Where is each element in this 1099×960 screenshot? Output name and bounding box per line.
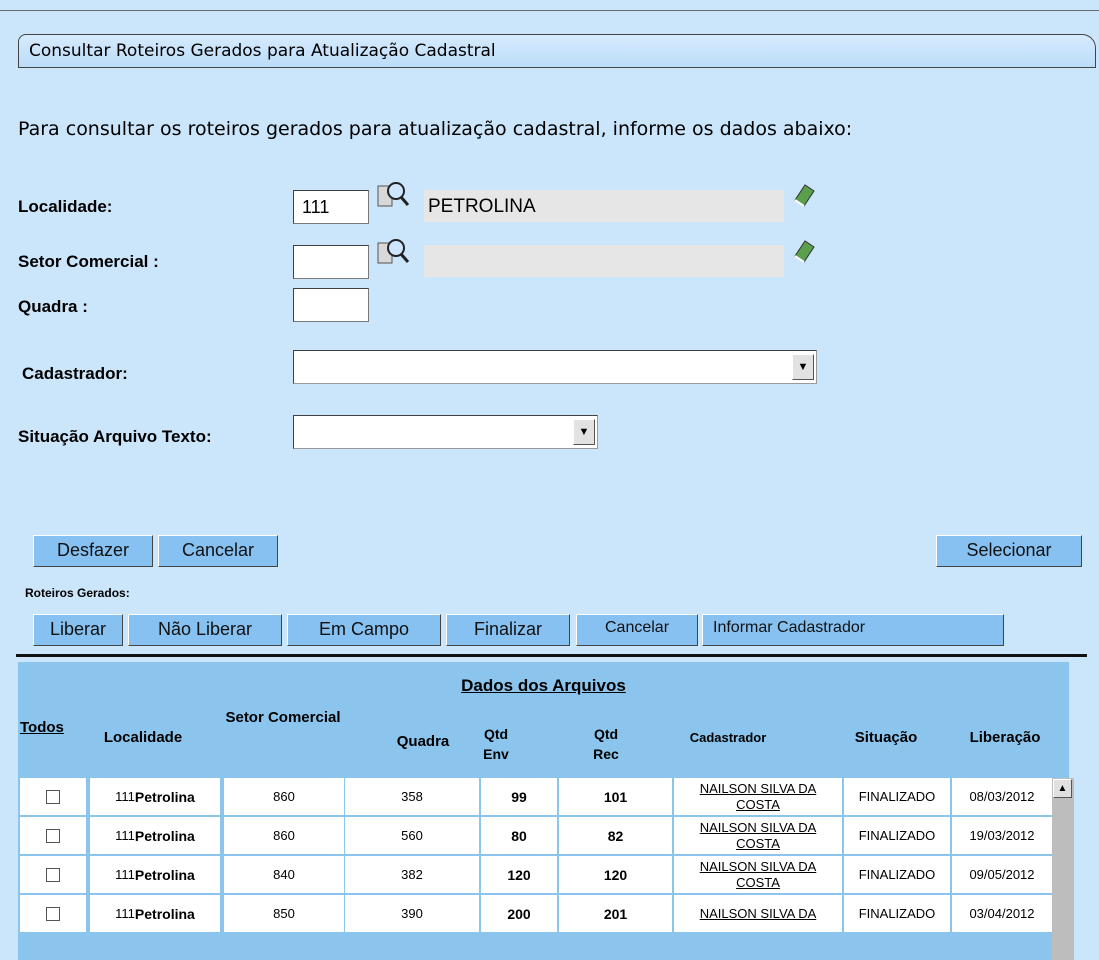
sit-cell: FINALIZADO (844, 778, 950, 815)
page-title: Consultar Roteiros Gerados para Atualiza… (29, 41, 496, 61)
lib-cell: 08/03/2012 (952, 778, 1052, 815)
rec-cell: 201 (559, 895, 672, 932)
eraser-localidade-icon[interactable] (792, 182, 816, 208)
row-checkbox-cell (20, 778, 86, 815)
row-checkbox-cell (20, 817, 86, 854)
chevron-down-icon[interactable]: ▼ (573, 419, 595, 445)
title-bar: Consultar Roteiros Gerados para Atualiza… (18, 34, 1096, 68)
liberar-button[interactable]: Liberar (33, 614, 123, 646)
search-setor-icon[interactable] (377, 237, 409, 267)
sit-cell: FINALIZADO (844, 895, 950, 932)
row-checkbox[interactable] (46, 789, 60, 804)
localidade-code: 111 (115, 906, 135, 921)
scroll-up-arrow-icon[interactable]: ▲ (1053, 779, 1072, 798)
top-border (0, 10, 1099, 11)
localidade-name: Petrolina (134, 827, 195, 844)
selecionar-button[interactable]: Selecionar (936, 535, 1082, 567)
cadastrador-link[interactable]: NAILSON SILVA DA (698, 906, 818, 922)
qtd-env-header: Qtd Env (483, 726, 509, 762)
row-checkbox-cell (20, 856, 86, 893)
cadastrador-label: Cadastrador: (22, 364, 128, 383)
cadastrador-cell: NAILSON SILVA DA (674, 895, 842, 932)
env-cell: 99 (481, 778, 557, 815)
localidade-code: 111 (115, 828, 135, 843)
quadra-cell: 390 (345, 895, 479, 932)
setor-cell: 860 (224, 778, 344, 815)
cadastrador-link[interactable]: NAILSON SILVA DA COSTA (698, 781, 818, 813)
em-campo-button[interactable]: Em Campo (287, 614, 441, 646)
row-checkbox-cell (20, 895, 86, 932)
setor-header: Setor Comercial (225, 709, 341, 726)
dados-arquivos-table: Dados dos Arquivos Todos Localidade Seto… (18, 662, 1069, 960)
intro-text: Para consultar os roteiros gerados para … (18, 118, 853, 140)
rec-cell: 101 (559, 778, 672, 815)
localidade-name: Petrolina (134, 788, 195, 805)
quadra-input[interactable] (293, 288, 369, 322)
situacao-header: Situação (854, 729, 918, 746)
sit-cell: FINALIZADO (844, 817, 950, 854)
localidade-code: 111 (115, 867, 135, 882)
localidade-cell: 111 Petrolina (90, 817, 220, 854)
env-cell: 200 (481, 895, 557, 932)
cadastrador-cell: NAILSON SILVA DA COSTA (674, 817, 842, 854)
localidade-description: PETROLINA (424, 190, 784, 222)
table-scrollbar[interactable]: ▲ (1052, 778, 1074, 960)
localidade-cell: 111 Petrolina (90, 895, 220, 932)
row-checkbox[interactable] (46, 906, 60, 921)
localidade-cell: 111 Petrolina (90, 856, 220, 893)
roteiros-gerados-label: Roteiros Gerados: (25, 586, 130, 600)
localidade-label: Localidade: (18, 197, 113, 216)
setor-cell: 840 (224, 856, 344, 893)
cadastrador-cell: NAILSON SILVA DA COSTA (674, 778, 842, 815)
table-title: Dados dos Arquivos (461, 676, 626, 695)
rec-cell: 120 (559, 856, 672, 893)
setor-code-input[interactable] (293, 245, 369, 279)
informar-cadastrador-button[interactable]: Informar Cadastrador (702, 614, 1004, 646)
cadastrador-header: Cadastrador (689, 730, 767, 745)
setor-label: Setor Comercial : (18, 252, 159, 271)
sit-cell: FINALIZADO (844, 856, 950, 893)
qtd-rec-header: Qtd Rec (593, 726, 619, 762)
lib-cell: 03/04/2012 (952, 895, 1052, 932)
cadastrador-link[interactable]: NAILSON SILVA DA COSTA (698, 859, 818, 891)
quadra-cell: 560 (345, 817, 479, 854)
row-checkbox[interactable] (46, 828, 60, 843)
rec-cell: 82 (559, 817, 672, 854)
divider (16, 654, 1087, 657)
eraser-setor-icon[interactable] (792, 238, 816, 264)
setor-cell: 860 (224, 817, 344, 854)
localidade-name: Petrolina (134, 866, 195, 883)
localidade-code-input[interactable]: 111 (293, 190, 369, 224)
quadra-cell: 358 (345, 778, 479, 815)
quadra-header: Quadra (396, 733, 450, 750)
situacao-label: Situação Arquivo Texto: (18, 427, 212, 446)
finalizar-button[interactable]: Finalizar (446, 614, 570, 646)
localidade-header: Localidade (103, 729, 183, 746)
todos-header[interactable]: Todos (20, 718, 84, 738)
cadastrador-cell: NAILSON SILVA DA COSTA (674, 856, 842, 893)
situacao-select[interactable]: ▼ (293, 415, 598, 449)
desfazer-button[interactable]: Desfazer (33, 535, 153, 567)
setor-description (424, 245, 784, 277)
cancelar-roteiro-button[interactable]: Cancelar (576, 614, 698, 646)
quadra-label: Quadra : (18, 297, 88, 316)
nao-liberar-button[interactable]: Não Liberar (128, 614, 282, 646)
liberacao-header: Liberação (969, 729, 1041, 746)
env-cell: 120 (481, 856, 557, 893)
localidade-code: 111 (115, 789, 135, 804)
search-localidade-icon[interactable] (377, 180, 409, 210)
cadastrador-link[interactable]: NAILSON SILVA DA COSTA (698, 820, 818, 852)
localidade-cell: 111 Petrolina (90, 778, 220, 815)
lib-cell: 09/05/2012 (952, 856, 1052, 893)
quadra-cell: 382 (345, 856, 479, 893)
env-cell: 80 (481, 817, 557, 854)
cancelar-button[interactable]: Cancelar (158, 535, 278, 567)
lib-cell: 19/03/2012 (952, 817, 1052, 854)
chevron-down-icon[interactable]: ▼ (792, 354, 814, 380)
setor-cell: 850 (224, 895, 344, 932)
cadastrador-select[interactable]: ▼ (293, 350, 817, 384)
localidade-name: Petrolina (134, 905, 195, 922)
row-checkbox[interactable] (46, 867, 60, 882)
